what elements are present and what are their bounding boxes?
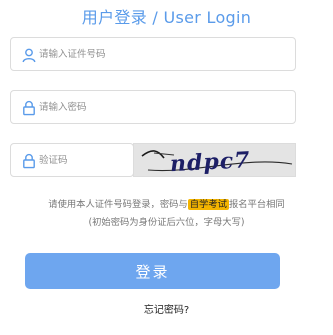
captcha-text: ndpc7: [169, 147, 251, 176]
id-number-field[interactable]: [10, 37, 296, 71]
id-number-input[interactable]: [39, 38, 289, 70]
notice-highlight: 自学考试: [187, 199, 229, 210]
lock-icon: [23, 153, 35, 169]
captcha-input[interactable]: [39, 144, 129, 176]
forgot-password-link[interactable]: 忘记密码?: [0, 301, 333, 316]
captcha-image[interactable]: ndpc7: [133, 143, 296, 177]
login-button[interactable]: 登录: [25, 253, 280, 289]
notice-suffix: 报名平台相同: [228, 199, 285, 210]
password-input[interactable]: [39, 91, 289, 123]
captcha-field[interactable]: [10, 143, 134, 177]
login-notice: 请使用本人证件号码登录，密码与 自学考试 报名平台相同 (初始密码为身份证后六位，字…: [0, 196, 333, 232]
notice-prefix: 请使用本人证件号码登录，密码与: [48, 199, 188, 210]
notice-line2: (初始密码为身份证后六位，字母大写): [88, 217, 245, 228]
captcha-graphic: ndpc7: [134, 144, 295, 176]
lock-icon: [23, 100, 35, 116]
user-icon: [22, 48, 36, 63]
password-field[interactable]: [10, 90, 296, 124]
page-title: 用户登录 / User Login: [81, 8, 252, 27]
